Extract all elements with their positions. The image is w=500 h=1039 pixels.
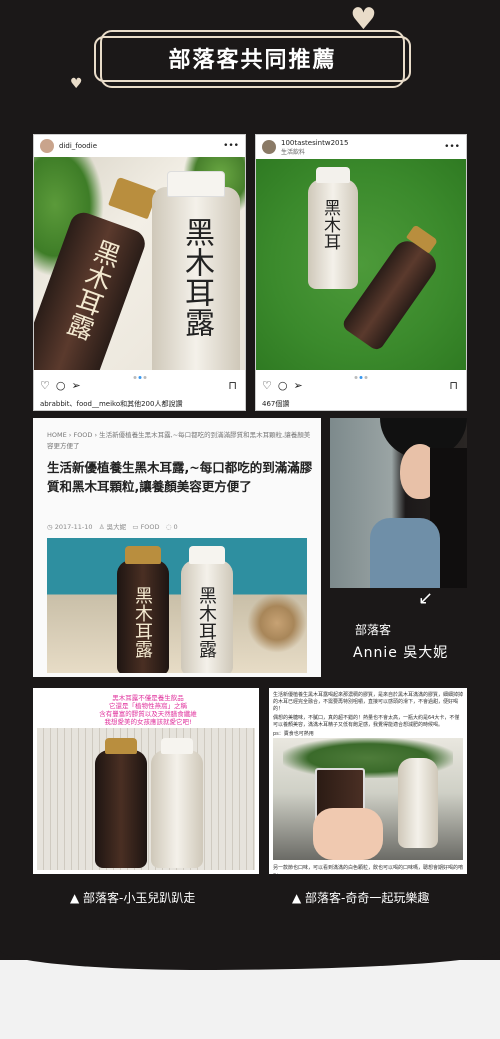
bookmark-icon[interactable]: ⊓: [228, 379, 237, 392]
highlight-text: 黑木耳露不僅是養生飲品 它還是「植物性燕窩」之稱 含有豐富的膠質以及天然膳食纖維…: [99, 694, 197, 726]
comment-icon[interactable]: ○: [278, 379, 288, 392]
bottle-cap: [161, 738, 193, 754]
ig-actions: ♡ ○ ➢: [40, 379, 81, 392]
bottle-cap: [316, 167, 350, 183]
header: 部落客共同推薦 ♥ ♥: [0, 0, 500, 110]
bottle-label-text: 黑木耳露: [132, 586, 153, 658]
ig-post-photo: 黑木耳: [256, 159, 466, 370]
ig-actions: ♡ ○ ➢: [262, 379, 303, 392]
cafe-photo: [273, 738, 463, 860]
ig-likes-caption: 467個讚: [262, 400, 290, 408]
excerpt-paragraph-3: ps：賣食也可熱用: [273, 731, 314, 737]
bottle-label-text: 黑木耳露: [196, 586, 217, 658]
blog-photo-card-right: 生活新優植養生黑木耳露喝起來那濃稠的膠質，是來自於黑木耳滿滿的膠質，細細掉掉的木…: [269, 688, 467, 874]
blog-comments: 0: [173, 523, 178, 531]
blog-title: 生活新優植養生黑木耳露,~每口都吃的到滿滿膠質和黑木耳顆粒,讓養顏美容更方便了: [47, 460, 313, 494]
heart-icon[interactable]: ♡: [40, 379, 50, 392]
blogger-label: 部落客: [355, 623, 392, 637]
blog-meta: ◷ 2017-11-10 ♙ 吳大妮 ▭ FOOD ◌ 0: [47, 521, 178, 531]
comment-icon[interactable]: ○: [56, 379, 66, 392]
bottle-label-text: 黑木耳: [320, 199, 340, 250]
more-options-icon[interactable]: •••: [444, 142, 460, 152]
heart-icon: ♥: [350, 2, 377, 37]
avatar: [262, 140, 276, 154]
carousel-indicator: [133, 376, 146, 379]
blog-category: FOOD: [140, 523, 160, 531]
ig-username: didi_foodie: [59, 142, 98, 150]
ig-username: 100tastesintw2015: [281, 138, 349, 147]
curved-arrow-icon: ↙: [418, 588, 434, 609]
blog-post-card: HOME › FOOD › 生活新優植養生黑木耳露,~每口都吃的到滿滿膠質和黑木…: [33, 418, 321, 677]
more-options-icon[interactable]: •••: [223, 141, 239, 151]
user-icon: ♙: [98, 523, 107, 531]
instagram-post-1: didi_foodie ••• 黑木耳露 黑木耳露 ♡ ○ ➢ ⊓ abrabb…: [33, 134, 246, 411]
blog-date: 2017-11-10: [54, 523, 93, 531]
paper-bottom: [0, 960, 500, 1039]
caption-right: ▲ 部落客-奇奇一起玩樂趣: [292, 891, 430, 905]
bottle-cap: [108, 176, 158, 220]
ig-post-photo: 黑木耳露 黑木耳露: [34, 157, 245, 370]
comment-icon: ◌: [165, 523, 174, 531]
wheat-decoration: [247, 593, 307, 653]
caption-left: ▲ 部落客-小玉兒趴趴走: [70, 891, 196, 905]
clock-icon: ◷: [47, 523, 55, 531]
shirt-shape: [370, 518, 440, 588]
blog-excerpt: 生活新優植養生黑木耳露喝起來那濃稠的膠質，是來自於黑木耳滿滿的膠質，細細掉掉的木…: [273, 692, 463, 738]
bottle-light: [398, 758, 438, 848]
bottle-light: [151, 750, 203, 868]
bottle-cap: [167, 171, 225, 197]
avatar: [40, 139, 54, 153]
bookmark-icon[interactable]: ⊓: [449, 379, 458, 392]
ig-likes-caption: abrabbit、food__meiko和其他200人都說讚: [40, 400, 183, 408]
breadcrumb: HOME › FOOD › 生活新優植養生黑木耳露,~每口都吃的到滿滿膠質和黑木…: [47, 431, 311, 450]
ig-post-header: didi_foodie •••: [34, 135, 245, 157]
bottle-label-text: 黑木耳露: [179, 217, 214, 337]
bottle-cap: [125, 546, 161, 564]
hand-shape: [313, 808, 383, 860]
excerpt-paragraph-1: 生活新優植養生黑木耳露喝起來那濃稠的膠質，是來自於黑木耳滿滿的膠質，細細掉掉的木…: [273, 692, 464, 712]
bottle-dark: [95, 750, 147, 868]
bottle-cap: [189, 546, 225, 564]
carousel-indicator: [354, 376, 368, 379]
instagram-post-2: 100tastesintw2015 生活飲料 ••• 黑木耳 ♡ ○ ➢ ⊓ 4…: [255, 134, 467, 411]
share-icon[interactable]: ➢: [293, 379, 302, 392]
share-icon[interactable]: ➢: [71, 379, 80, 392]
blog-author: 吳大妮: [106, 523, 127, 531]
blog-photo-card-left: 黑木耳露不僅是養生飲品 它還是「植物性燕窩」之稱 含有豐富的膠質以及天然膳食纖維…: [33, 688, 259, 874]
blog-excerpt-footer: 另一款節也口味，可以看到滿滿的白色顆粒，飲也可以喝的口味嗎，聰想會期好喝的唷～: [273, 865, 464, 874]
blogger-name: Annie 吳大妮: [353, 645, 449, 661]
blogger-portrait-photo: [330, 418, 467, 588]
heart-small-icon: ♥: [70, 76, 83, 92]
blog-photo: 黑木耳露 黑木耳露: [47, 538, 307, 673]
bottle-cap: [105, 738, 137, 754]
folder-icon: ▭: [132, 523, 141, 531]
ig-post-header: 100tastesintw2015 生活飲料 •••: [256, 135, 466, 159]
ig-subtitle: 生活飲料: [281, 148, 306, 156]
heart-icon[interactable]: ♡: [262, 379, 272, 392]
excerpt-paragraph-2: 偶想的美糖味，不膩口，真的超不錯的！熱量也不會太高，一瓶大約是64大卡，不僅可以…: [273, 715, 460, 728]
page-title: 部落客共同推薦: [168, 48, 337, 73]
